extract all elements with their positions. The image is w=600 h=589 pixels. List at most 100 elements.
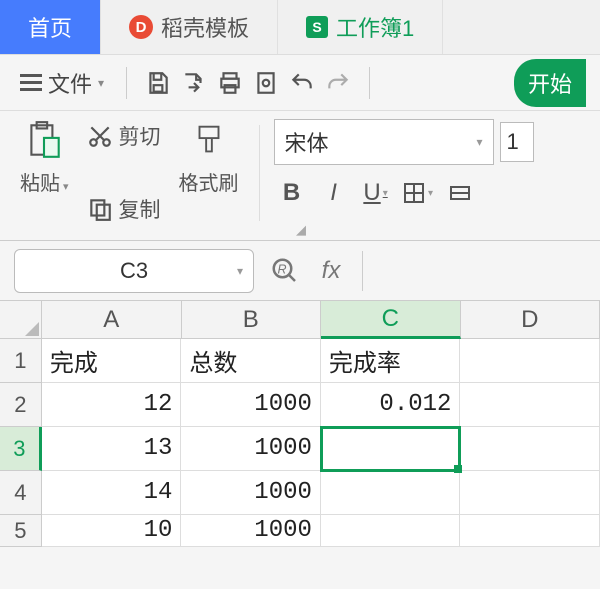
tab-template-label: 稻壳模板 bbox=[161, 11, 249, 43]
chevron-down-icon: ▾ bbox=[98, 76, 104, 90]
table-row: 3 13 1000 bbox=[0, 427, 600, 471]
column-header-a[interactable]: A bbox=[42, 301, 182, 339]
font-size-select[interactable]: 1 bbox=[500, 122, 534, 162]
row-header-2[interactable]: 2 bbox=[0, 383, 42, 427]
formula-bar: C3 ▾ R fx bbox=[0, 241, 600, 301]
font-name-select[interactable]: 宋体 ▾ bbox=[274, 119, 494, 165]
select-all-icon bbox=[25, 322, 39, 336]
cut-label: 剪切 bbox=[119, 121, 161, 151]
separator bbox=[126, 67, 127, 99]
borders-icon bbox=[402, 181, 426, 205]
table-row: 1 完成 总数 完成率 bbox=[0, 339, 600, 383]
group-launcher[interactable]: ◢ bbox=[296, 222, 306, 238]
font-group: 宋体 ▾ 1 B I U ▾ ▾ bbox=[274, 119, 586, 226]
cell-d2[interactable] bbox=[460, 383, 600, 427]
borders-button[interactable]: ▾ bbox=[400, 175, 436, 211]
row-header-3[interactable]: 3 bbox=[0, 427, 42, 471]
separator bbox=[259, 125, 260, 221]
italic-button[interactable]: I bbox=[316, 175, 352, 211]
underline-label: U bbox=[363, 179, 380, 207]
table-row: 2 12 1000 0.012 bbox=[0, 383, 600, 427]
tab-template[interactable]: D 稻壳模板 bbox=[101, 0, 278, 54]
hamburger-icon bbox=[20, 74, 42, 91]
svg-text:R: R bbox=[278, 262, 287, 276]
chevron-down-icon: ▾ bbox=[428, 188, 433, 199]
ribbon-tab-start[interactable]: 开始 bbox=[514, 59, 586, 107]
bold-label: B bbox=[283, 179, 300, 207]
table-row: 4 14 1000 bbox=[0, 471, 600, 515]
export-button[interactable] bbox=[179, 68, 209, 98]
table-row: 5 10 1000 bbox=[0, 515, 600, 547]
column-header-d[interactable]: D bbox=[461, 301, 600, 339]
cell-a1[interactable]: 完成 bbox=[42, 339, 182, 383]
scissors-icon bbox=[87, 123, 113, 149]
insert-function-button[interactable]: fx bbox=[316, 256, 346, 286]
copy-icon bbox=[87, 196, 113, 222]
column-header-c[interactable]: C bbox=[321, 301, 461, 339]
redo-button[interactable] bbox=[323, 68, 353, 98]
cell-d3[interactable] bbox=[460, 427, 600, 471]
italic-label: I bbox=[330, 179, 337, 207]
merge-icon bbox=[448, 181, 472, 205]
spreadsheet-grid: A B C D 1 完成 总数 完成率 2 12 1000 0.012 3 13… bbox=[0, 301, 600, 547]
merge-button[interactable] bbox=[442, 175, 478, 211]
print-button[interactable] bbox=[215, 68, 245, 98]
tab-workbook[interactable]: S 工作簿1 bbox=[278, 0, 443, 54]
save-button[interactable] bbox=[143, 68, 173, 98]
cell-a3[interactable]: 13 bbox=[42, 427, 182, 471]
bold-button[interactable]: B bbox=[274, 175, 310, 211]
docer-icon: D bbox=[129, 15, 153, 39]
cell-b1[interactable]: 总数 bbox=[181, 339, 321, 383]
cell-b2[interactable]: 1000 bbox=[181, 383, 321, 427]
chevron-down-icon: ▾ bbox=[477, 135, 483, 149]
column-headers: A B C D bbox=[42, 301, 600, 339]
cell-b3[interactable]: 1000 bbox=[181, 427, 321, 471]
print-preview-button[interactable] bbox=[251, 68, 281, 98]
tab-home[interactable]: 首页 bbox=[0, 0, 101, 54]
cell-d5[interactable] bbox=[460, 515, 600, 547]
formula-input[interactable] bbox=[362, 251, 586, 291]
copy-button[interactable]: 复制 bbox=[83, 192, 165, 226]
row-header-1[interactable]: 1 bbox=[0, 339, 42, 383]
row-header-5[interactable]: 5 bbox=[0, 515, 42, 547]
tab-home-label: 首页 bbox=[28, 11, 72, 43]
format-painter-button[interactable]: 格式刷 bbox=[173, 119, 245, 226]
preview-icon bbox=[253, 70, 279, 96]
quick-access-toolbar: 文件 ▾ 开始 bbox=[0, 55, 600, 111]
row-header-4[interactable]: 4 bbox=[0, 471, 42, 515]
ribbon: 粘贴▾ 剪切 复制 格式刷 宋体 ▾ 1 B bbox=[0, 111, 600, 241]
cell-c1[interactable]: 完成率 bbox=[321, 339, 461, 383]
cell-a2[interactable]: 12 bbox=[42, 383, 182, 427]
cell-a5[interactable]: 10 bbox=[42, 515, 182, 547]
file-menu-button[interactable]: 文件 ▾ bbox=[14, 63, 110, 103]
cell-d4[interactable] bbox=[460, 471, 600, 515]
copy-label: 复制 bbox=[119, 194, 161, 224]
document-tabs: 首页 D 稻壳模板 S 工作簿1 bbox=[0, 0, 600, 55]
cut-button[interactable]: 剪切 bbox=[83, 119, 165, 153]
fx-label: fx bbox=[322, 257, 341, 285]
select-all-corner[interactable] bbox=[0, 301, 42, 339]
clipboard-group: 剪切 复制 bbox=[83, 119, 165, 226]
name-box[interactable]: C3 ▾ bbox=[14, 249, 254, 293]
cell-c3[interactable] bbox=[321, 427, 461, 471]
column-header-b[interactable]: B bbox=[182, 301, 322, 339]
ribbon-tab-start-label: 开始 bbox=[528, 72, 572, 97]
cell-a4[interactable]: 14 bbox=[42, 471, 182, 515]
separator bbox=[369, 67, 370, 99]
underline-button[interactable]: U ▾ bbox=[358, 175, 394, 211]
cell-c5[interactable] bbox=[321, 515, 461, 547]
cell-d1[interactable] bbox=[460, 339, 600, 383]
cell-b5[interactable]: 1000 bbox=[181, 515, 321, 547]
cell-b4[interactable]: 1000 bbox=[181, 471, 321, 515]
export-icon bbox=[181, 70, 207, 96]
paste-button[interactable]: 粘贴▾ bbox=[14, 119, 75, 226]
cell-c4[interactable] bbox=[321, 471, 461, 515]
trace-button[interactable]: R bbox=[270, 256, 300, 286]
save-icon bbox=[145, 70, 171, 96]
cell-c2[interactable]: 0.012 bbox=[321, 383, 461, 427]
undo-button[interactable] bbox=[287, 68, 317, 98]
chevron-down-icon: ▾ bbox=[63, 181, 69, 193]
file-menu-label: 文件 bbox=[48, 67, 92, 99]
chevron-down-icon: ▾ bbox=[237, 264, 243, 278]
redo-icon bbox=[325, 70, 351, 96]
